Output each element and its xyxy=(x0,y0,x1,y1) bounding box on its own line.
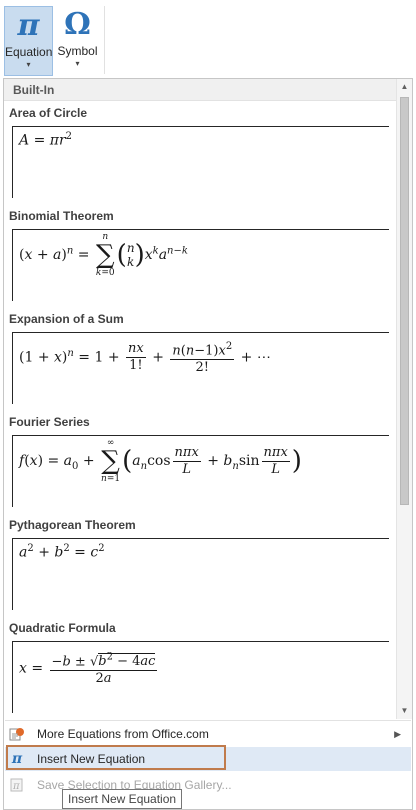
equation-quadratic-formula: x = −b ± √b2 − 4ac 2a xyxy=(19,652,158,687)
gallery-items: Area of Circle A = πr2 Binomial Theorem … xyxy=(4,101,397,719)
chevron-right-icon: ▶ xyxy=(394,729,401,739)
scroll-up-icon[interactable]: ▲ xyxy=(397,79,412,95)
commands-divider xyxy=(5,720,411,721)
equation-preview: (1 + x)n = 1 + nx 1! + n(n−1)x2 2! + ⋯ xyxy=(12,332,389,404)
gallery-item-title: Pythagorean Theorem xyxy=(9,518,136,532)
equation-button[interactable]: π Equation ▾ xyxy=(4,6,53,76)
gallery-item-title: Binomial Theorem xyxy=(9,209,114,223)
gallery-item-title: Fourier Series xyxy=(9,415,90,429)
equation-preview: (x + a)n = n ∑ k=0 (n k)xkan−k xyxy=(12,229,389,301)
equation-gallery-dropdown: Built-In ▲ ▼ Area of Circle A = πr2 Bino… xyxy=(3,78,413,810)
pi-icon: π xyxy=(17,8,40,43)
equation-preview: x = −b ± √b2 − 4ac 2a xyxy=(12,641,389,713)
gallery-scrollbar[interactable]: ▲ ▼ xyxy=(396,79,412,719)
equation-preview: f(x) = a0 + ∞ ∑ n=1 (ancos nπx L + bnsin nπx L) xyxy=(12,435,389,507)
scroll-down-icon[interactable]: ▼ xyxy=(397,703,412,719)
symbol-label: Symbol xyxy=(57,44,98,58)
equation-preview: a2 + b2 = c2 xyxy=(12,538,389,610)
symbol-button[interactable]: Ω Symbol ▾ xyxy=(56,6,99,76)
gallery-item-expansion-of-a-sum[interactable]: Expansion of a Sum (1 + x)n = 1 + nx 1! +… xyxy=(4,307,397,410)
ribbon-symbols-group: π Equation ▾ Ω Symbol ▾ xyxy=(0,0,416,78)
scroll-thumb[interactable] xyxy=(400,97,409,505)
gallery-item-binomial-theorem[interactable]: Binomial Theorem (x + a)n = n ∑ k=0 (n k)xka… xyxy=(4,204,397,307)
gallery-item-title: Quadratic Formula xyxy=(9,621,116,635)
gallery-item-title: Area of Circle xyxy=(9,106,88,120)
equation-preview: A = πr2 xyxy=(12,126,389,198)
gallery-item-quadratic-formula[interactable]: Quadratic Formula x = −b ± √b2 − 4ac 2a xyxy=(4,616,397,719)
equation-pythagorean-theorem: a2 + b2 = c2 xyxy=(19,543,105,561)
equation-binomial-theorem: (x + a)n = n ∑ k=0 (n k)xkan−k xyxy=(19,232,188,278)
highlight-box xyxy=(6,745,226,770)
tooltip: Insert New Equation xyxy=(62,789,183,809)
section-header-built-in: Built-In xyxy=(4,79,397,101)
more-equations-label: More Equations from Office.com xyxy=(37,727,209,741)
equation-expansion-of-a-sum: (1 + x)n = 1 + nx 1! + n(n−1)x2 2! + ⋯ xyxy=(19,341,271,376)
ribbon-separator xyxy=(104,6,105,74)
save-gallery-icon: π xyxy=(9,777,25,793)
chevron-down-icon: ▾ xyxy=(26,60,31,69)
gallery-item-fourier-series[interactable]: Fourier Series f(x) = a0 + ∞ ∑ n=1 (ancos nπ… xyxy=(4,410,397,513)
gallery-item-title: Expansion of a Sum xyxy=(9,312,124,326)
chevron-down-icon: ▾ xyxy=(75,59,80,68)
equation-fourier-series: f(x) = a0 + ∞ ∑ n=1 (ancos nπx L + bnsin nπx L) xyxy=(19,438,302,484)
gallery-item-area-of-circle[interactable]: Area of Circle A = πr2 xyxy=(4,101,397,204)
equation-label: Equation xyxy=(5,45,53,59)
more-equations-menu-item[interactable]: More Equations from Office.com ▶ xyxy=(5,722,411,746)
svg-text:π: π xyxy=(12,781,20,792)
omega-icon: Ω xyxy=(64,7,91,42)
equation-area-of-circle: A = πr2 xyxy=(19,131,73,149)
gallery-item-pythagorean-theorem[interactable]: Pythagorean Theorem a2 + b2 = c2 xyxy=(4,513,397,616)
office-icon xyxy=(9,726,25,742)
